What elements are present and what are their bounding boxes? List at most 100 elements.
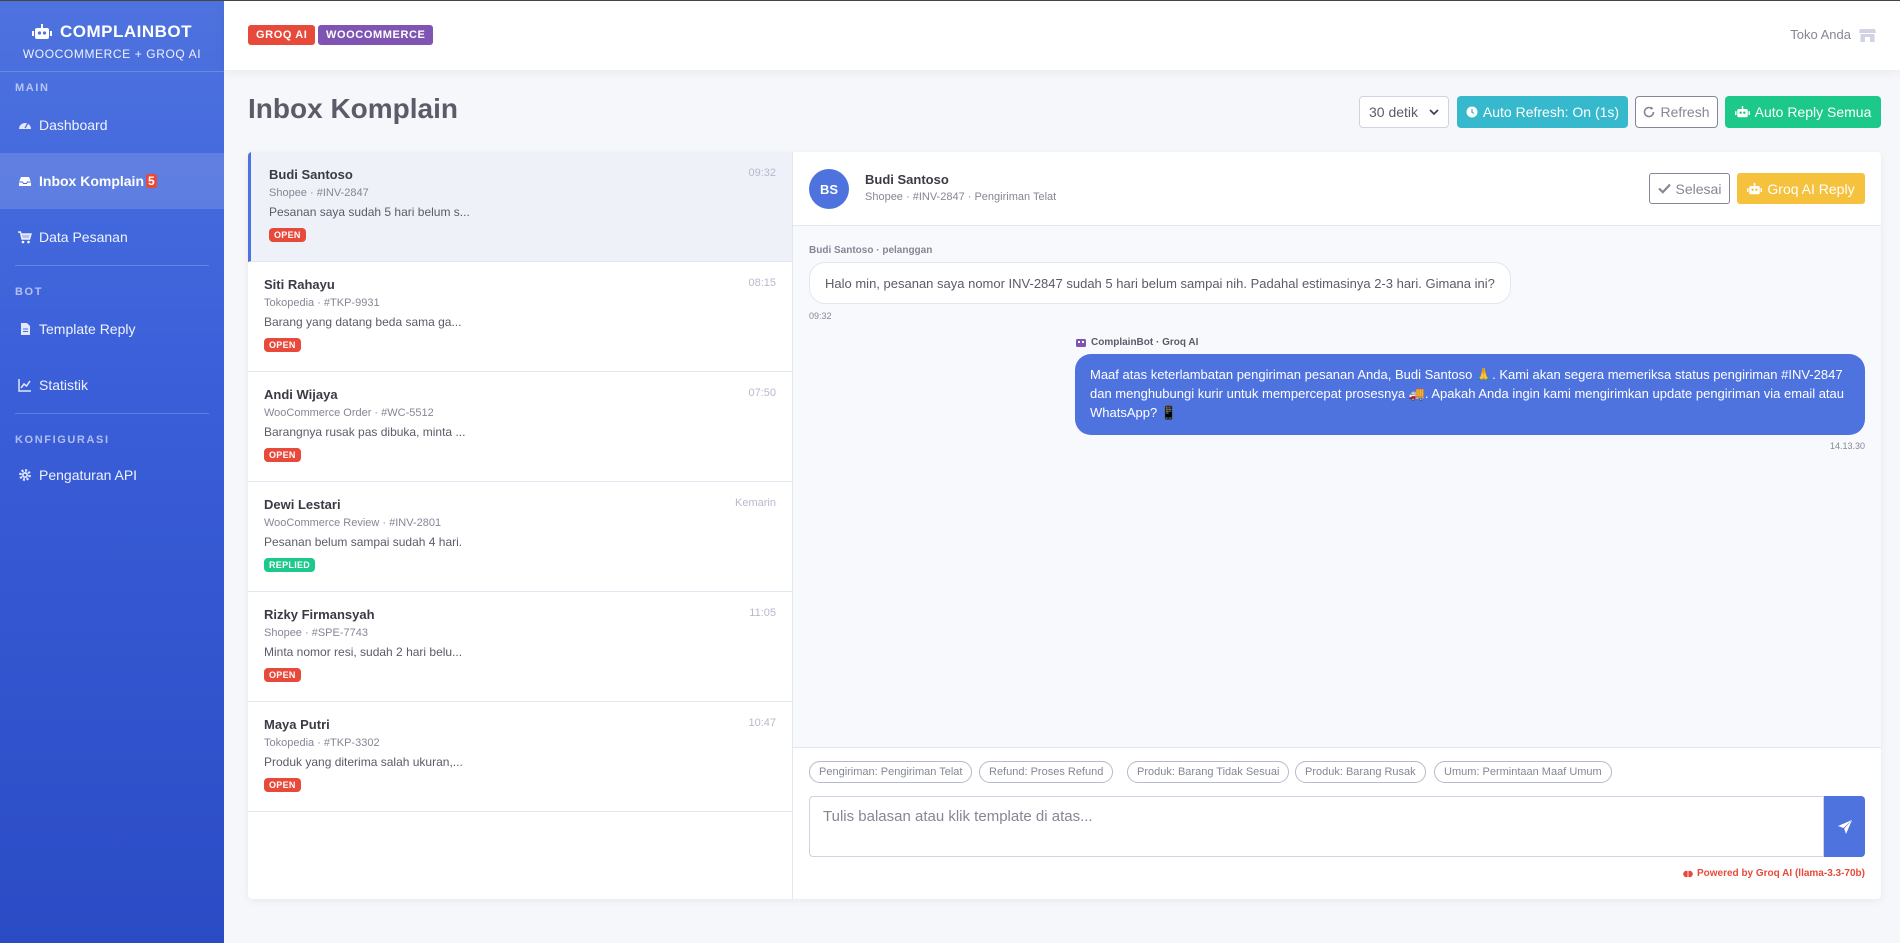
store-icon <box>1859 28 1876 42</box>
send-button[interactable] <box>1824 796 1865 857</box>
file-icon <box>21 323 30 335</box>
topbar: GROQ AI WOOCOMMERCE Toko Anda <box>224 0 1900 70</box>
inbox-count-badge: 5 <box>146 174 157 188</box>
store-name: Toko Anda <box>1790 27 1851 42</box>
refresh-label: Refresh <box>1660 104 1710 120</box>
message-preview: Barangnya rusak pas dibuka, minta ... <box>264 425 466 439</box>
order-meta: WooCommerce Review · #INV-2801 <box>264 517 442 529</box>
conversation-time: 08:15 <box>748 277 776 289</box>
nav-heading-konfigurasi: KONFIGURASI <box>15 434 110 446</box>
powered-by-label: Powered by Groq AI (llama-3.3-70b) <box>1696 868 1865 879</box>
nav-heading-main: MAIN <box>15 82 50 94</box>
cart-icon <box>18 231 32 244</box>
conversation-item[interactable]: Andi Wijaya WooCommerce Order · #WC-5512… <box>248 372 792 482</box>
message-thread[interactable]: Budi Santoso · pelanggan Halo min, pesan… <box>793 226 1881 747</box>
order-meta: Tokopedia · #TKP-9931 <box>264 297 380 309</box>
refresh-icon <box>1644 106 1655 118</box>
avatar: BS <box>809 169 849 209</box>
sidebar-divider <box>15 413 209 414</box>
robot-icon <box>31 24 52 39</box>
auto-reply-all-button[interactable]: Auto Reply Semua <box>1725 96 1881 128</box>
sidebar-item-data-pesanan[interactable]: Data Pesanan <box>0 209 224 265</box>
conversation-time: Kemarin <box>735 497 776 509</box>
brand-subtitle: WOOCOMMERCE + GROQ AI <box>22 47 202 61</box>
chat-meta: Shopee · #INV-2847 · Pengiriman Telat <box>865 191 1057 203</box>
auto-refresh-button[interactable]: Auto Refresh: On (1s) <box>1457 96 1628 128</box>
groq-reply-label: Groq AI Reply <box>1767 180 1855 197</box>
conversation-time: 07:50 <box>748 387 776 399</box>
template-chip[interactable]: Pengiriman: Pengiriman Telat <box>809 761 973 783</box>
powered-by: Powered by Groq AI (llama-3.3-70b) <box>1683 868 1865 879</box>
dashboard-icon <box>19 122 31 129</box>
customer-name: Budi Santoso <box>269 167 353 182</box>
sidebar-item-inbox[interactable]: Inbox Komplain 5 <box>0 153 224 209</box>
reply-composer: Pengiriman: Pengiriman Telat Refund: Pro… <box>793 747 1881 899</box>
customer-name: Siti Rahayu <box>264 277 335 292</box>
sidebar-item-pengaturan-api[interactable]: Pengaturan API <box>0 447 224 503</box>
template-chip[interactable]: Umum: Permintaan Maaf Umum <box>1434 761 1612 783</box>
message-preview: Minta nomor resi, sudah 2 hari belu... <box>264 645 463 659</box>
auto-reply-label: Auto Reply Semua <box>1754 104 1872 120</box>
sidebar-item-label: Dashboard <box>39 117 108 133</box>
sidebar-divider <box>15 265 209 266</box>
gear-icon <box>19 469 31 481</box>
conversation-time: 09:32 <box>748 167 776 179</box>
conversation-item[interactable]: Maya Putri Tokopedia · #TKP-3302 Produk … <box>248 702 792 812</box>
conversation-item[interactable]: Budi Santoso Shopee · #INV-2847 Pesanan … <box>248 152 792 262</box>
groq-ai-badge: GROQ AI <box>248 25 316 45</box>
inbox-icon <box>19 177 31 186</box>
robot-icon <box>1734 106 1750 118</box>
bot-avatar-icon <box>1076 339 1086 347</box>
conversation-item[interactable]: Dewi Lestari WooCommerce Review · #INV-2… <box>248 482 792 592</box>
reply-textarea[interactable]: Tulis balasan atau klik template di atas… <box>809 796 1824 857</box>
incoming-message: Halo min, pesanan saya nomor INV-2847 su… <box>809 262 1511 304</box>
conversation-item[interactable]: Rizky Firmansyah Shopee · #SPE-7743 Mint… <box>248 592 792 702</box>
chevron-down-icon <box>1429 108 1439 115</box>
chat-customer-name: Budi Santoso <box>865 172 949 187</box>
outgoing-message: Maaf atas keterlambatan pengiriman pesan… <box>1075 354 1865 435</box>
sidebar-item-statistik[interactable]: Statistik <box>0 357 224 413</box>
template-chip[interactable]: Refund: Proses Refund <box>979 761 1114 783</box>
customer-name: Dewi Lestari <box>264 497 341 512</box>
status-badge: OPEN <box>264 668 301 682</box>
conversation-list: Budi Santoso Shopee · #INV-2847 Pesanan … <box>248 152 793 899</box>
conversation-item[interactable]: Siti Rahayu Tokopedia · #TKP-9931 Barang… <box>248 262 792 372</box>
inbox-panel: Budi Santoso Shopee · #INV-2847 Pesanan … <box>248 152 1881 899</box>
store-menu[interactable]: Toko Anda <box>1790 27 1876 42</box>
refresh-interval-select[interactable]: 30 detik <box>1359 96 1449 128</box>
sidebar-item-template-reply[interactable]: Template Reply <box>0 301 224 357</box>
message-preview: Produk yang diterima salah ukuran,... <box>264 755 463 769</box>
sidebar-item-label: Statistik <box>39 377 89 393</box>
robot-icon <box>1747 182 1763 194</box>
sidebar: COMPLAINBOT WOOCOMMERCE + GROQ AI MAIN D… <box>0 0 224 943</box>
outgoing-sender-row: ComplainBot · Groq AI <box>1076 337 1198 348</box>
template-chip[interactable]: Produk: Barang Tidak Sesuai <box>1127 761 1290 783</box>
refresh-button[interactable]: Refresh <box>1635 96 1718 128</box>
customer-name: Andi Wijaya <box>264 387 338 402</box>
message-preview: Pesanan saya sudah 5 hari belum s... <box>269 205 470 219</box>
template-chip[interactable]: Produk: Barang Rusak <box>1295 761 1426 783</box>
outgoing-time: 14.13.30 <box>1829 441 1865 451</box>
brain-icon <box>1683 870 1693 877</box>
conversation-time: 11:05 <box>749 607 776 619</box>
status-badge: OPEN <box>264 448 301 462</box>
sidebar-item-label: Pengaturan API <box>39 467 138 483</box>
nav-heading-bot: BOT <box>15 286 44 298</box>
chart-icon <box>18 379 31 392</box>
order-meta: Shopee · #INV-2847 <box>269 187 369 199</box>
customer-name: Rizky Firmansyah <box>264 607 375 622</box>
conversation-time: 10:47 <box>748 717 776 729</box>
mark-done-button[interactable]: Selesai <box>1649 173 1730 204</box>
status-badge: REPLIED <box>264 558 316 572</box>
groq-ai-reply-button[interactable]: Groq AI Reply <box>1737 173 1865 204</box>
brand[interactable]: COMPLAINBOT WOOCOMMERCE + GROQ AI <box>0 0 224 72</box>
sidebar-item-label: Template Reply <box>39 321 136 337</box>
clock-icon <box>1466 106 1478 118</box>
sidebar-item-dashboard[interactable]: Dashboard <box>0 97 224 153</box>
customer-name: Maya Putri <box>264 717 330 732</box>
order-meta: WooCommerce Order · #WC-5512 <box>264 407 434 419</box>
brand-title: COMPLAINBOT <box>59 22 193 41</box>
auto-refresh-label: Auto Refresh: On (1s) <box>1482 104 1620 120</box>
status-badge: OPEN <box>264 338 301 352</box>
send-icon <box>1837 819 1852 834</box>
